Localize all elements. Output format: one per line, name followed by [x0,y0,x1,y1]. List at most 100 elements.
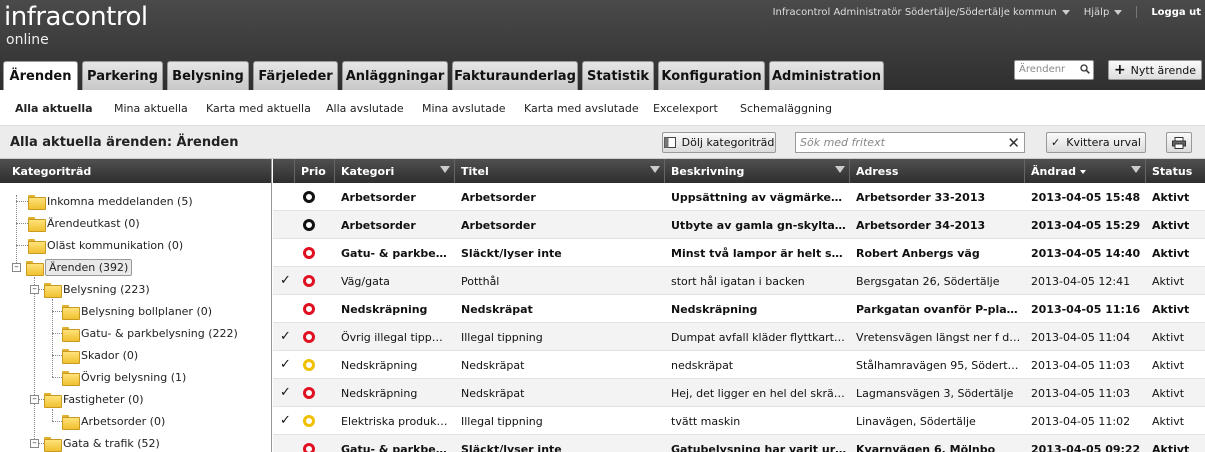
filter-icon[interactable] [835,166,845,173]
subnav-alla-avslutade[interactable]: Alla avslutade [326,102,404,115]
collapse-toggle[interactable]: – [12,263,21,272]
freetext-placeholder: Sök med fritext [800,136,885,149]
cell-titel: Arbetsorder [461,191,536,204]
column-header-status[interactable]: Status [1146,159,1205,183]
subnav-schemalaggning[interactable]: Schemaläggning [740,102,832,115]
priority-red-icon [303,331,315,343]
collapse-toggle[interactable]: – [30,285,39,294]
cell-status: Aktivt [1152,387,1185,400]
filter-icon[interactable] [440,166,450,173]
tree-item-belysning-bollplaner[interactable]: Belysning bollplaner (0) [62,301,212,321]
tree-item-skador[interactable]: Skador (0) [62,345,138,365]
tree-item-inkomna[interactable]: Inkomna meddelanden (5) [28,191,193,211]
collapse-toggle[interactable]: – [30,395,39,404]
cell-adress: Stålhamravägen 95, Södertälje [856,359,1022,372]
tab-konfiguration[interactable]: Konfiguration [658,61,765,90]
tab-statistik[interactable]: Statistik [582,61,654,90]
table-row[interactable]: Gatu- & parkbely... Släckt/lyser inte Gatu… [273,435,1205,452]
tree-item-fastigheter[interactable]: Fastigheter (0) [44,389,144,409]
priority-red-icon [303,303,315,315]
tab-parkering[interactable]: Parkering [82,61,163,90]
logout-link[interactable]: Logga ut [1151,7,1201,18]
tree-item-ovrig-belysning[interactable]: Övrig belysning (1) [62,367,186,387]
tree-line [52,377,62,378]
tree-item-label: Oläst kommunikation (0) [47,238,184,252]
new-case-button[interactable]: + Nytt ärende [1108,60,1202,80]
acknowledged-check-icon: ✓ [280,329,291,344]
clear-icon[interactable]: ✕ [1007,134,1020,152]
cell-status: Aktivt [1152,219,1190,232]
column-header-select [273,159,295,183]
column-header-prio[interactable]: Prio [295,159,335,183]
cell-titel: Släckt/lyser inte [461,247,562,260]
tab-belysning[interactable]: Belysning [167,61,249,90]
tree-item-arbetsorder[interactable]: Arbetsorder (0) [62,411,165,431]
table-row[interactable]: ✓ Nedskräpning Nedskräpat Hej, det ligger e… [273,379,1205,407]
cell-andrad: 2013-04-05 11:02 [1031,415,1131,428]
app-logo[interactable]: infracontrol online [4,2,148,48]
tree-item-arenden[interactable]: Ärenden (392) [26,257,133,277]
category-tree-header: Kategoriträd [0,159,271,183]
tab-anlaggningar[interactable]: Anläggningar [342,61,448,90]
subnav-karta-avslutade[interactable]: Karta med avslutade [524,102,639,115]
acknowledged-check-icon: ✓ [280,385,291,400]
sort-descending-icon [1079,170,1086,174]
table-row[interactable]: Gatu- & parkbely... Släckt/lyser inte Mins… [273,239,1205,267]
subnav-mina-aktuella[interactable]: Mina aktuella [114,102,188,115]
cell-status: Aktivt [1152,415,1185,428]
subnav-karta-aktuella[interactable]: Karta med aktuella [206,102,311,115]
tree-line [52,409,53,421]
help-dropdown[interactable]: Hjälp [1084,7,1123,18]
table-row[interactable]: ✓ Elektriska produkter Illegal tippning tvä… [273,407,1205,435]
tab-farjeleder[interactable]: Färjeleder [253,61,338,90]
column-header-adress[interactable]: Adress [850,159,1025,183]
tree-item-label: Inkomna meddelanden (5) [47,194,193,208]
cell-andrad: 2013-04-05 11:16 [1031,303,1141,316]
column-header-kategori[interactable]: Kategori [335,159,455,183]
tree-item-belysning[interactable]: Belysning (223) [44,279,150,299]
table-row[interactable]: ✓ Övrig illegal tippning Illegal tippning D… [273,323,1205,351]
folder-icon [44,392,62,408]
tab-arenden[interactable]: Ärenden [3,61,78,91]
tree-item-gatu-parkbelysning[interactable]: Gatu- & parkbelysning (222) [62,323,238,343]
folder-icon [62,304,80,320]
tree-item-gata-trafik[interactable]: Gata & trafik (52) [44,433,160,452]
cell-titel: Arbetsorder [461,219,536,232]
chevron-down-icon [1114,9,1123,15]
tab-fakturaunderlag[interactable]: Fakturaunderlag [452,61,578,90]
filter-icon[interactable] [650,166,660,173]
print-button[interactable] [1166,132,1192,153]
table-row[interactable]: Arbetsorder Arbetsorder Utbyte av gamla gn… [273,211,1205,239]
filter-icon[interactable] [1131,166,1141,173]
case-number-search[interactable]: Ärendenr [1014,60,1094,80]
column-header-beskrivning[interactable]: Beskrivning [665,159,850,183]
column-header-titel[interactable]: Titel [455,159,665,183]
user-dropdown[interactable]: Infracontrol Administratör Södertälje/Sö… [773,7,1070,18]
cell-adress: Robert Anbergs väg [856,247,980,260]
logo-subtext: online [6,32,49,48]
cell-andrad: 2013-04-05 11:03 [1031,387,1131,400]
cell-andrad: 2013-04-05 11:04 [1031,331,1131,344]
subnav-excelexport[interactable]: Excelexport [653,102,718,115]
tab-administration[interactable]: Administration [769,61,884,90]
subnav-mina-avslutade[interactable]: Mina avslutade [422,102,506,115]
subnav-alla-aktuella[interactable]: Alla aktuella [15,102,93,115]
column-header-label: Adress [856,165,899,178]
priority-yellow-icon [303,359,315,371]
table-row[interactable]: Arbetsorder Arbetsorder Uppsättning av väg… [273,183,1205,211]
column-header-andrad[interactable]: Ändrad [1025,159,1146,183]
expand-toggle[interactable]: – [30,439,39,448]
cell-andrad: 2013-04-05 09:22 [1031,443,1141,452]
hide-category-tree-button[interactable]: Dölj kategoriträd [662,132,776,153]
cell-status: Aktivt [1152,303,1190,316]
tree-item-olast[interactable]: Oläst kommunikation (0) [28,235,183,255]
table-row[interactable]: Nedskräpning Nedskräpat Nedskräpning Parkga… [273,295,1205,323]
acknowledge-selection-button[interactable]: ✓ Kvittera urval [1046,132,1146,153]
tree-item-label: Gata & trafik (52) [63,436,160,450]
tree-item-arendeutkast[interactable]: Ärendeutkast (0) [28,213,140,233]
acknowledge-label: Kvittera urval [1066,136,1141,149]
freetext-search-input[interactable]: Sök med fritext ✕ [795,132,1025,153]
help-label: Hjälp [1083,6,1110,18]
table-row[interactable]: ✓ Nedskräpning Nedskräpat nedskräpat Stålham… [273,351,1205,379]
table-row[interactable]: ✓ Väg/gata Potthål stort hål igatan i backe… [273,267,1205,295]
